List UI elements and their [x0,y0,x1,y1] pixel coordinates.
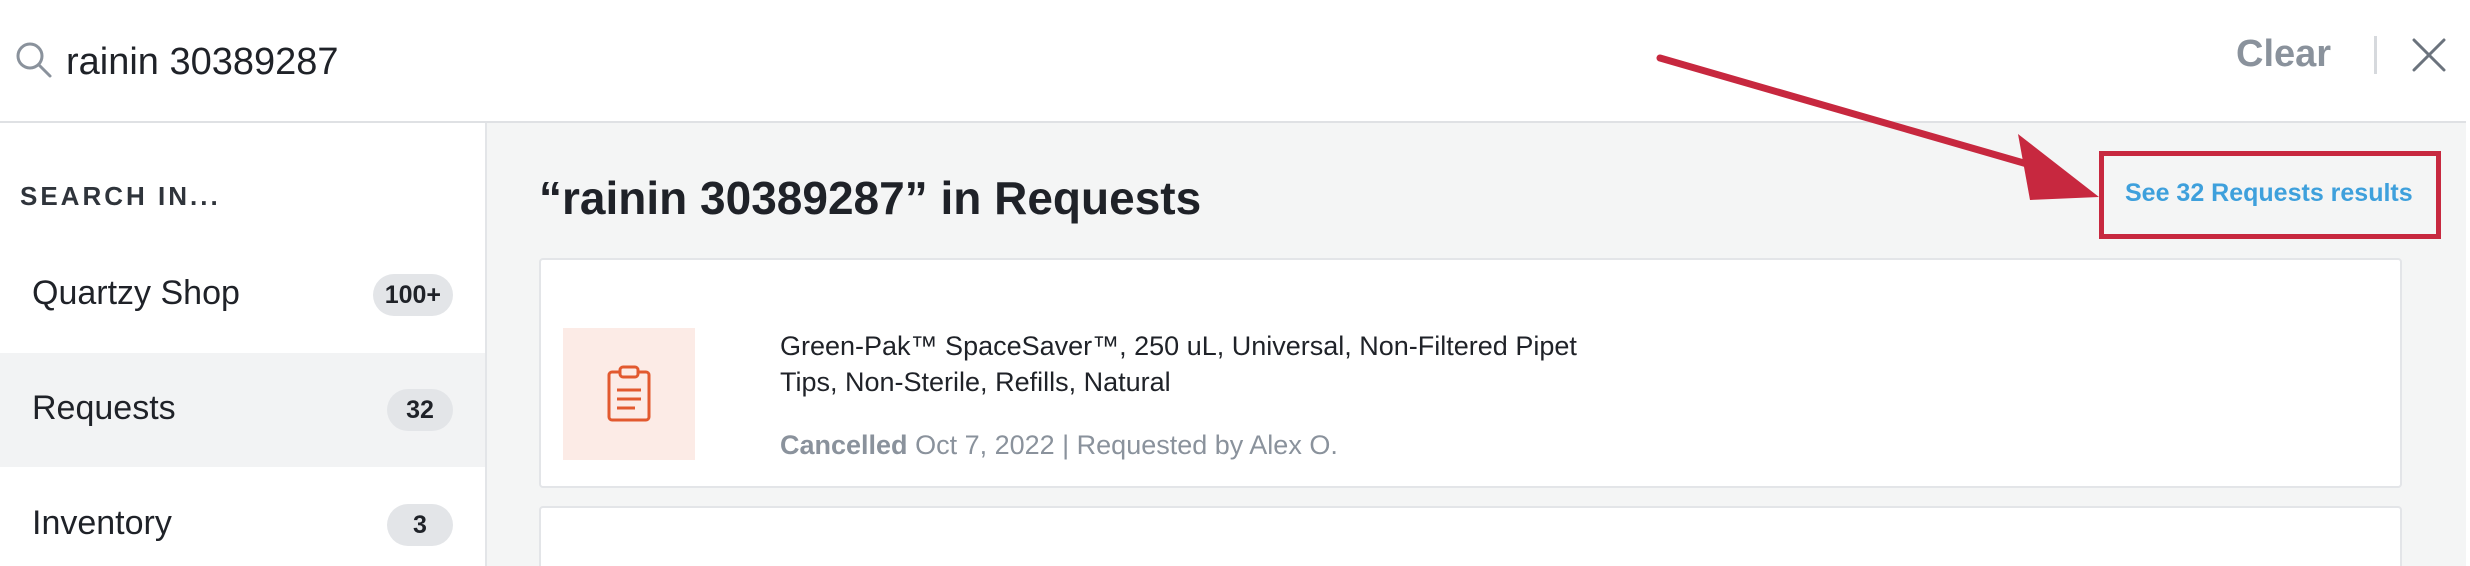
result-meta: Cancelled Oct 7, 2022 | Requested by Ale… [780,430,1338,461]
divider [2374,36,2377,74]
result-title: Green-Pak™ SpaceSaver™, 250 uL, Universa… [780,331,1577,397]
result-card[interactable] [539,506,2402,566]
sidebar-item-label: Quartzy Shop [32,274,240,312]
sidebar-item-requests[interactable]: Requests 32 [0,353,485,467]
result-card[interactable]: Green-Pak™ SpaceSaver™, 250 uL, Universa… [539,258,2402,488]
sidebar-item-label: Requests [32,389,176,427]
results-panel: “rainin 30389287” in Requests See 32 Req… [487,123,2466,566]
sidebar-title: SEARCH IN... [20,181,221,211]
results-heading: “rainin 30389287” in Requests [539,172,1202,224]
result-thumbnail [563,328,695,460]
sidebar-item-quartzy-shop[interactable]: Quartzy Shop 100+ [0,238,485,352]
close-icon [2412,38,2446,72]
count-badge: 32 [387,389,453,431]
count-badge: 100+ [372,274,453,316]
search-scope-sidebar: SEARCH IN... Quartzy Shop 100+ Requests … [0,123,487,566]
status-text: Cancelled [780,430,908,460]
search-icon [16,42,52,78]
sidebar-item-inventory[interactable]: Inventory 3 [0,468,485,566]
result-details: Oct 7, 2022 | Requested by Alex O. [907,430,1338,460]
count-badge: 3 [387,504,453,546]
close-button[interactable] [2408,34,2450,76]
clear-button[interactable]: Clear [2236,24,2331,84]
search-bar: Clear [0,0,2466,123]
search-input[interactable] [66,32,1566,92]
clipboard-icon [607,365,651,422]
sidebar-item-label: Inventory [32,504,172,542]
page: Clear SEARCH IN... Quartzy Shop 100+ Req… [0,0,2470,566]
see-all-requests-link[interactable]: See 32 Requests results [2125,179,2413,208]
